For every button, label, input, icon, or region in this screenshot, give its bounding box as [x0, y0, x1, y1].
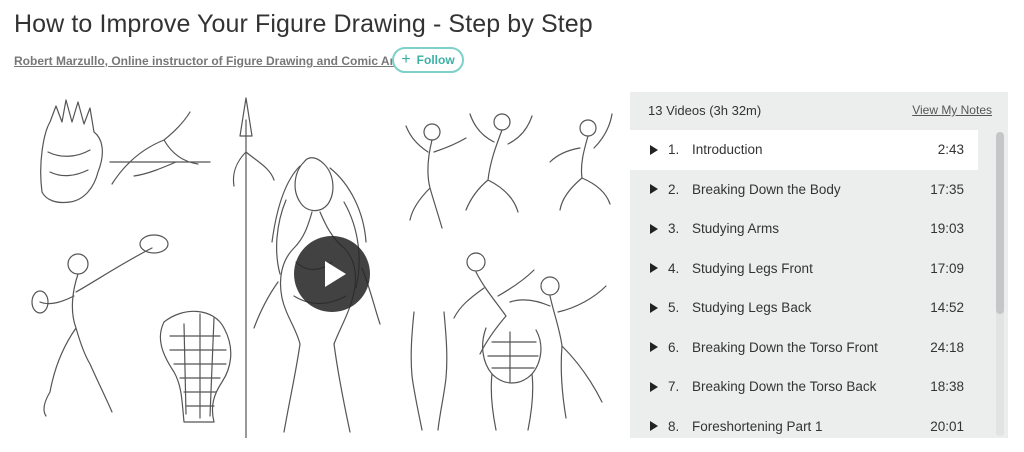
lesson-number: 3. — [668, 221, 680, 237]
lesson-number: 4. — [668, 260, 680, 276]
play-icon — [324, 261, 346, 287]
lesson-duration: 18:38 — [930, 379, 964, 395]
lesson-item[interactable]: 3. Studying Arms 19:03 — [630, 209, 978, 249]
scrollbar-thumb[interactable] — [996, 132, 1004, 314]
course-title: How to Improve Your Figure Drawing - Ste… — [14, 10, 593, 38]
lesson-title: Breaking Down the Torso Back — [692, 379, 877, 395]
lesson-item[interactable]: 6. Breaking Down the Torso Front 24:18 — [630, 328, 978, 368]
play-arrow-icon — [650, 302, 658, 313]
lesson-title: Studying Legs Front — [692, 260, 813, 276]
lesson-duration: 17:35 — [930, 181, 964, 197]
lesson-duration: 14:52 — [930, 300, 964, 316]
lesson-title: Studying Legs Back — [692, 300, 812, 316]
lesson-title: Foreshortening Part 1 — [692, 418, 823, 434]
play-arrow-icon — [650, 381, 658, 392]
lesson-duration: 19:03 — [930, 221, 964, 237]
playlist-scrollbar[interactable] — [996, 132, 1004, 436]
view-notes-link[interactable]: View My Notes — [912, 103, 992, 117]
playlist-panel: 13 Videos (3h 32m) View My Notes 1. Intro… — [630, 92, 1008, 438]
play-arrow-icon — [650, 263, 658, 274]
lesson-number: 1. — [668, 142, 680, 158]
lesson-list: 1. Introduction 2:43 2. Breaking Down the Bo… — [630, 130, 978, 438]
lesson-number: 6. — [668, 339, 680, 355]
lesson-number: 7. — [668, 379, 680, 395]
lesson-title: Breaking Down the Torso Front — [692, 339, 878, 355]
lesson-item[interactable]: 8. Foreshortening Part 1 20:01 — [630, 407, 978, 439]
lesson-item[interactable]: 1. Introduction 2:43 — [630, 130, 978, 170]
play-arrow-icon — [650, 421, 658, 432]
lesson-title: Breaking Down the Body — [692, 181, 841, 197]
instructor-link[interactable]: Robert Marzullo, Online instructor of Fi… — [14, 54, 398, 68]
lesson-item[interactable]: 2. Breaking Down the Body 17:35 — [630, 170, 978, 210]
play-arrow-icon — [650, 144, 658, 155]
plus-icon: + — [401, 51, 411, 68]
playlist-header: 13 Videos (3h 32m) View My Notes — [630, 92, 1008, 128]
play-arrow-icon — [650, 223, 658, 234]
lesson-number: 5. — [668, 300, 680, 316]
lesson-title: Studying Arms — [692, 221, 780, 237]
lesson-title: Introduction — [692, 142, 763, 158]
play-button[interactable] — [294, 236, 370, 312]
lesson-number: 2. — [668, 181, 680, 197]
lesson-duration: 24:18 — [930, 339, 964, 355]
lesson-item[interactable]: 5. Studying Legs Back 14:52 — [630, 288, 978, 328]
follow-button[interactable]: + Follow — [392, 47, 464, 73]
lesson-duration: 20:01 — [930, 418, 964, 434]
lesson-duration: 17:09 — [930, 260, 964, 276]
lesson-item[interactable]: 4. Studying Legs Front 17:09 — [630, 249, 978, 289]
video-count: 13 Videos (3h 32m) — [648, 103, 762, 118]
lesson-number: 8. — [668, 418, 680, 434]
follow-label: Follow — [416, 53, 455, 67]
play-arrow-icon — [650, 342, 658, 353]
play-arrow-icon — [650, 184, 658, 195]
lesson-item[interactable]: 7. Breaking Down the Torso Back 18:38 — [630, 367, 978, 407]
lesson-duration: 2:43 — [937, 142, 964, 158]
